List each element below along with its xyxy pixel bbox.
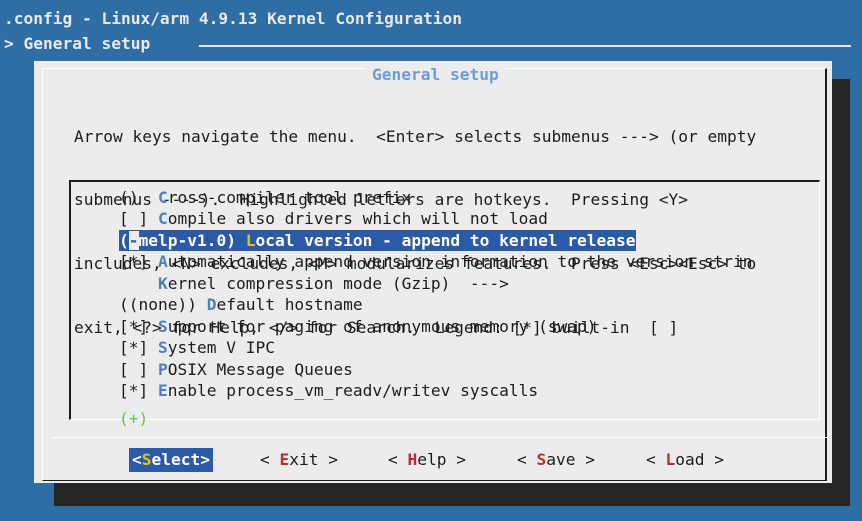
menu-item-local-version[interactable]: (-melp-v1.0) Local version - append to k… [119, 230, 636, 251]
help-button[interactable]: < Help > [388, 448, 466, 472]
menu-item-kernel-compression[interactable]: Kernel compression mode (Gzip) ---> [119, 273, 509, 294]
button-separator [52, 437, 832, 438]
exit-button[interactable]: < Exit > [260, 448, 338, 472]
window-title: .config - Linux/arm 4.9.13 Kernel Config… [4, 9, 463, 28]
menu-item-sysvipc[interactable]: [*] System V IPC [119, 337, 275, 358]
menu-item-cross-memory-attach[interactable]: [*] Enable process_vm_readv/writev sysca… [119, 380, 538, 401]
menu-item-default-hostname[interactable]: ((none)) Default hostname [119, 294, 363, 315]
menu-item-posix-mqueue[interactable]: [ ] POSIX Message Queues [119, 359, 353, 380]
button-bar: <Select> < Exit > < Help > < Save > < Lo… [43, 448, 825, 472]
load-button[interactable]: < Load > [646, 448, 724, 472]
breadcrumb: > General setup [4, 34, 151, 53]
config-dialog: General setup Arrow keys navigate the me… [34, 61, 832, 483]
breadcrumb-rule [199, 45, 851, 47]
save-button[interactable]: < Save > [517, 448, 595, 472]
menu-item-localversion-auto[interactable]: [*] Automatically append version informa… [119, 251, 752, 272]
dialog-title: General setup [366, 65, 505, 85]
select-button[interactable]: <Select> [129, 448, 213, 472]
menu-item-swap[interactable]: [*] Support for paging of anonymous memo… [119, 316, 597, 337]
menu-item-cross-compiler-prefix[interactable]: () Cross-compiler tool prefix [119, 187, 411, 208]
text-cursor: - [128, 231, 139, 250]
dialog-frame: General setup Arrow keys navigate the me… [42, 65, 832, 481]
help-line: Arrow keys navigate the menu. <Enter> se… [74, 126, 757, 146]
more-items-indicator: (+) [119, 409, 149, 428]
menu-list[interactable]: () Cross-compiler tool prefix [ ] Compil… [69, 180, 820, 428]
menu-item-compile-test[interactable]: [ ] Compile also drivers which will not … [119, 208, 548, 229]
